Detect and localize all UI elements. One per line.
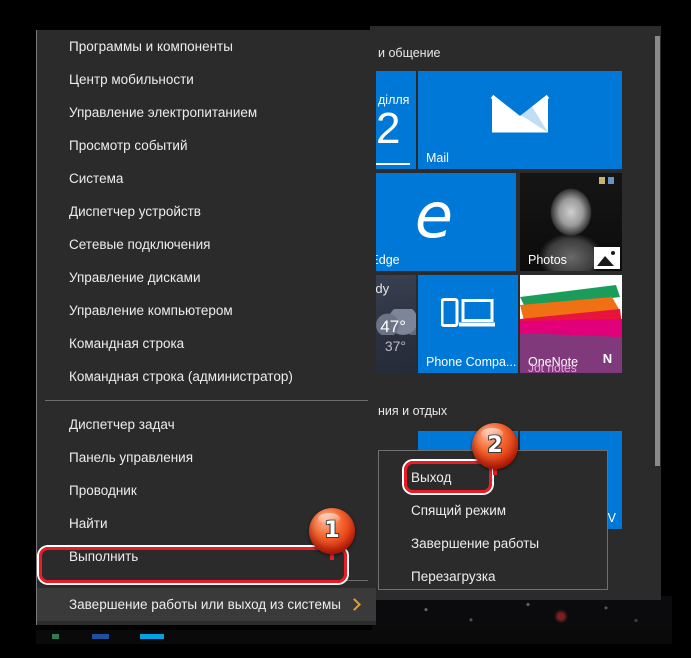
winx-item-system[interactable]: Система (37, 162, 376, 195)
winx-item-mobility-center[interactable]: Центр мобильности (37, 63, 376, 96)
winx-separator-2 (45, 580, 368, 581)
winx-group-shutdown: Завершение работы или выход из системы Р… (37, 588, 376, 654)
tile-mail[interactable]: Mail (418, 71, 622, 169)
winx-item-shutdown-or-signout[interactable]: Завершение работы или выход из системы (37, 588, 376, 621)
calendar-day-number: 2 (376, 104, 401, 153)
tile-onenote[interactable]: OneNote Jot notes N (520, 275, 622, 373)
photo-icon (594, 247, 620, 269)
winx-item-power-options[interactable]: Управление электропитанием (37, 96, 376, 129)
onenote-n-icon: N (599, 349, 616, 368)
taskbar[interactable] (36, 630, 672, 644)
tile-phone-companion[interactable]: Phone Compa... (418, 275, 518, 373)
tile-label-photos: Photos (528, 253, 567, 267)
step-badge-2: 2 (472, 423, 518, 469)
winx-item-device-manager[interactable]: Диспетчер устройств (37, 195, 376, 228)
weather-high-temp: 47° (380, 317, 406, 336)
step-badge-1: 1 (309, 508, 355, 554)
winx-item-command-prompt-admin[interactable]: Командная строка (администратор) (37, 360, 376, 393)
winx-item-programs-and-features[interactable]: Программы и компоненты (37, 30, 376, 63)
winx-item-command-prompt[interactable]: Командная строка (37, 327, 376, 360)
winx-item-task-manager[interactable]: Диспетчер задач (37, 408, 376, 441)
taskbar-item-2[interactable] (92, 634, 109, 639)
winx-separator-1 (45, 400, 368, 401)
tile-photos[interactable]: Photos (520, 173, 622, 271)
calendar-underline (376, 163, 410, 165)
tile-label-mail: Mail (426, 151, 449, 165)
winx-item-event-viewer[interactable]: Просмотр событий (37, 129, 376, 162)
start-menu-scrollbar[interactable] (654, 26, 661, 600)
submenu-item-restart[interactable]: Перезагрузка (379, 560, 607, 593)
winx-group-system: Программы и компоненты Центр мобильности… (37, 30, 376, 393)
winx-item-computer-management[interactable]: Управление компьютером (37, 294, 376, 327)
tile-group-header-entertainment: ния и отдых (378, 404, 448, 418)
winx-item-disk-management[interactable]: Управление дисками (37, 261, 376, 294)
taskbar-item-1[interactable] (52, 634, 59, 639)
winx-item-network-connections[interactable]: Сетевые подключения (37, 228, 376, 261)
winx-item-file-explorer[interactable]: Проводник (37, 474, 376, 507)
tile-microsoft-edge[interactable]: e ft Edge (352, 173, 516, 271)
desktop-icons-decoration (599, 177, 614, 184)
phone-laptop-icon (440, 295, 495, 338)
weather-low-temp: 37° (384, 338, 406, 354)
submenu-item-sleep[interactable]: Спящий режим (379, 494, 607, 527)
submenu-item-shut-down[interactable]: Завершение работы (379, 527, 607, 560)
edge-e-icon: e (414, 179, 454, 253)
tile-group-header-communication: и общение (378, 46, 441, 60)
winx-item-control-panel[interactable]: Панель управления (37, 441, 376, 474)
envelope-icon (490, 93, 550, 140)
tile-sublabel-onenote: Jot notes (528, 361, 577, 373)
wallpaper (372, 596, 672, 630)
tile-label-phone-companion: Phone Compa... (426, 355, 517, 369)
taskbar-item-3[interactable] (140, 634, 164, 639)
screenshot-root: и общение ділля 2 Mail e ft Edge Photos … (0, 0, 691, 658)
